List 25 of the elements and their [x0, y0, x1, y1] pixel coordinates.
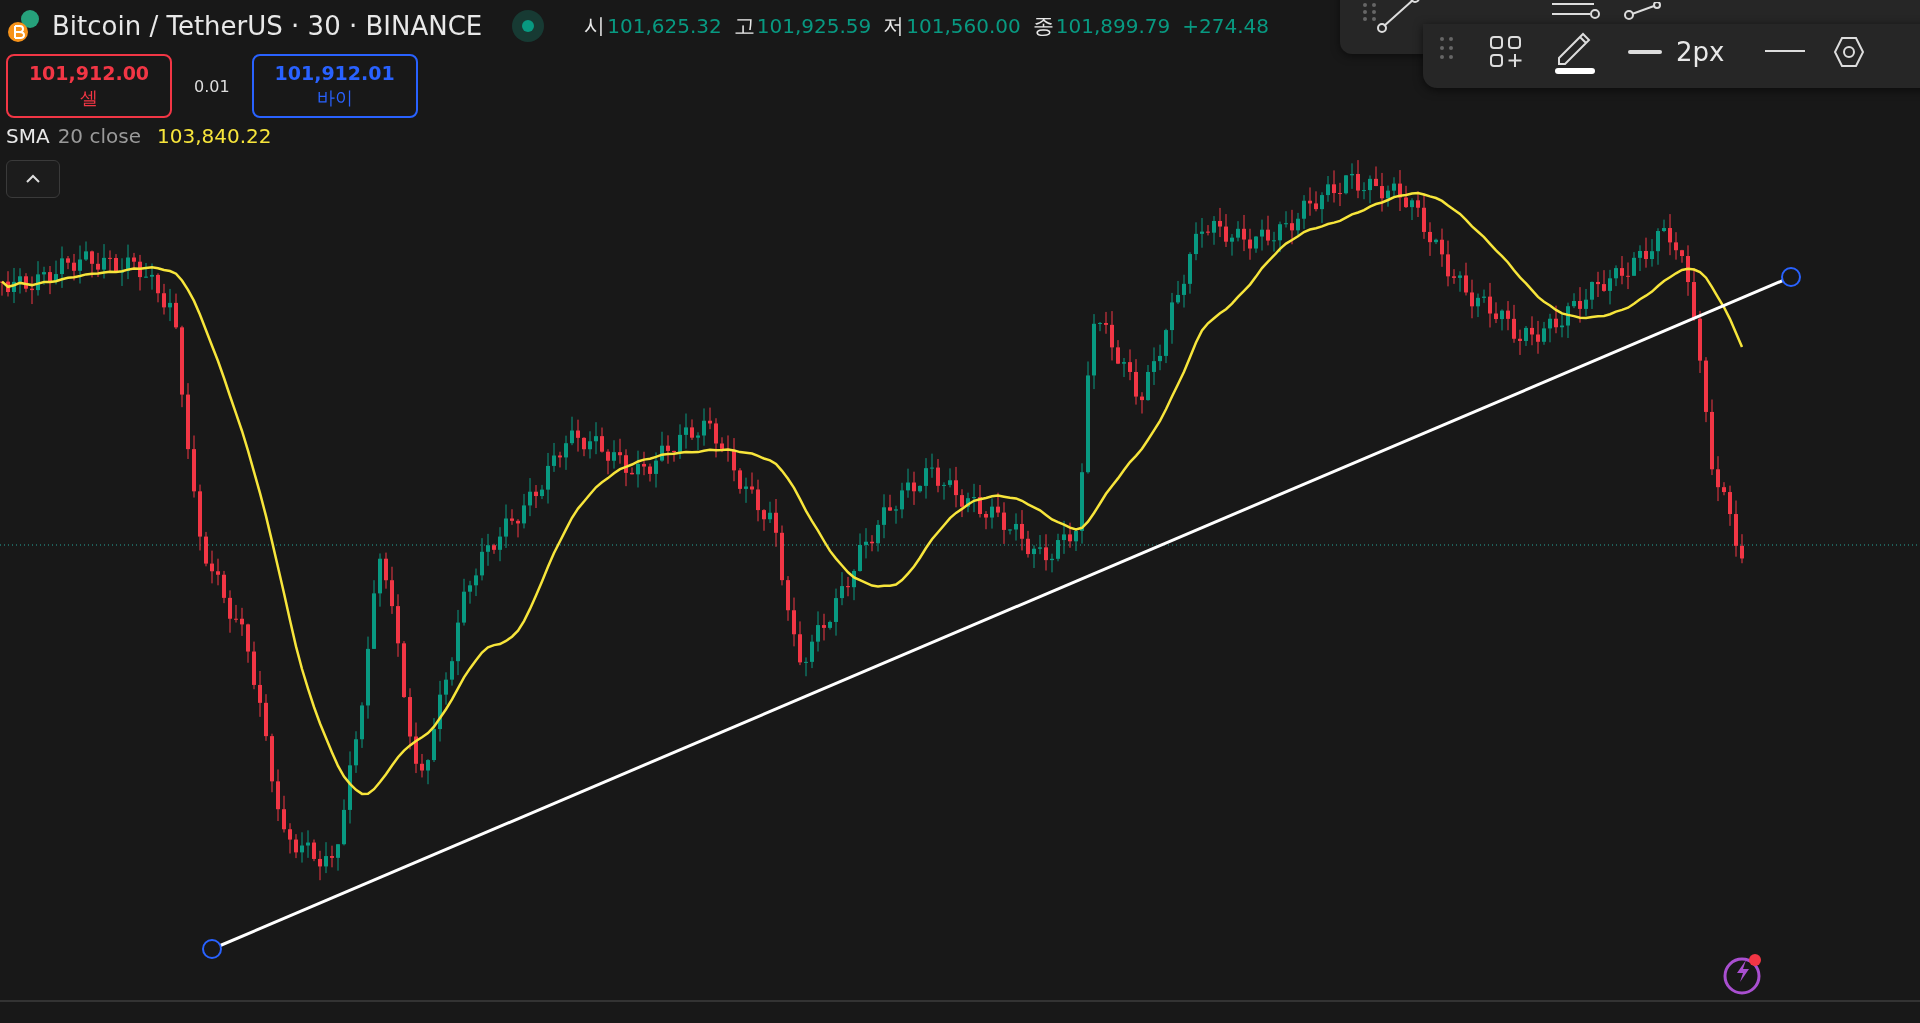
price-change: +274.48: [1182, 14, 1270, 38]
chevron-up-icon: [25, 174, 41, 184]
settings-icon[interactable]: [1833, 36, 1865, 68]
symbol-title[interactable]: Bitcoin / TetherUS · 30 · BINANCE: [52, 11, 483, 41]
ohlc-label: 시: [584, 13, 606, 40]
indicator-name[interactable]: SMA: [6, 124, 50, 148]
sell-button[interactable]: 101,912.00 셀: [6, 54, 172, 118]
ohlc-value: 101,925.59: [756, 14, 872, 38]
ohlc-label: 고: [733, 13, 755, 40]
ohlc-value: 101,560.00: [906, 14, 1021, 38]
ohlc-value: 101,899.79: [1055, 14, 1171, 38]
ohlc-label: 종: [1032, 13, 1054, 40]
horizontal-line-icon[interactable]: [1552, 2, 1602, 22]
spread-value: 0.01: [193, 76, 231, 96]
indicator-value: 103,840.22: [156, 124, 272, 148]
ohlc-label: 저: [883, 13, 905, 40]
ray-icon[interactable]: [1624, 2, 1664, 22]
ohlc-value: 101,625.32: [607, 14, 722, 38]
line-width-button[interactable]: 2px: [1628, 34, 1725, 70]
bitcoin-tether-icon: [6, 8, 42, 44]
indicator-params: 20 close: [57, 124, 141, 148]
buy-button[interactable]: 101,912.01 바이: [251, 54, 418, 118]
trend-line-icon[interactable]: [1376, 0, 1422, 34]
line-style-icon[interactable]: [1765, 49, 1805, 53]
templates-icon[interactable]: [1489, 35, 1523, 69]
